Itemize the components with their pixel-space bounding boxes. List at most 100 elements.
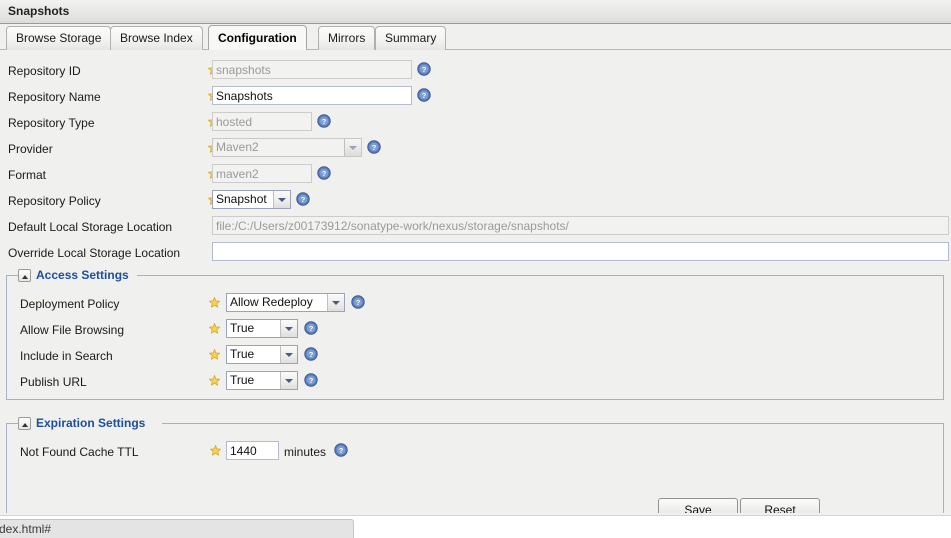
chevron-down-icon[interactable]: [273, 191, 290, 208]
repository-id-input[interactable]: [212, 60, 412, 79]
override-local-storage-location-input[interactable]: [212, 242, 949, 261]
field-row-not-found-cache-ttl: Not Found Cache TTL minutes ?: [7, 441, 951, 467]
repository-policy-label: Repository Policy: [8, 194, 101, 208]
include-in-search-label: Include in Search: [20, 349, 113, 363]
tab-configuration[interactable]: Configuration: [208, 25, 307, 50]
svg-text:?: ?: [322, 117, 327, 126]
include-in-search-select[interactable]: True: [226, 345, 298, 364]
tab-configuration-label: Configuration: [218, 31, 297, 45]
field-row-allow-file-browsing: Allow File Browsing True ?: [7, 319, 951, 345]
repository-policy-select-value: Snapshot: [213, 191, 273, 208]
field-row-repository-type: Repository Type ?: [0, 112, 951, 138]
help-icon[interactable]: ?: [317, 166, 331, 180]
allow-file-browsing-select[interactable]: True: [226, 319, 298, 338]
repository-policy-select[interactable]: Snapshot: [212, 190, 291, 209]
tab-bar: Browse Storage Browse Index Configuratio…: [0, 25, 951, 50]
repository-type-input[interactable]: [212, 112, 312, 131]
expiration-settings-title: Expiration Settings: [36, 416, 145, 430]
access-settings-fieldset: Access Settings Deployment Policy Allow …: [6, 276, 944, 400]
svg-text:?: ?: [309, 376, 314, 385]
chevron-down-icon[interactable]: [280, 346, 297, 363]
configuration-form-pane: Repository ID ? Repository Name ? Reposi…: [0, 50, 951, 515]
help-icon[interactable]: ?: [304, 321, 318, 335]
include-in-search-select-value: True: [227, 346, 280, 363]
svg-text:?: ?: [322, 169, 327, 178]
field-row-provider: Provider Maven2 ?: [0, 138, 951, 164]
help-icon[interactable]: ?: [317, 114, 331, 128]
help-icon[interactable]: ?: [417, 88, 431, 102]
override-local-storage-location-label: Override Local Storage Location: [8, 246, 180, 260]
repository-name-input[interactable]: [212, 86, 412, 105]
collapse-toggle-icon[interactable]: [18, 269, 31, 282]
help-icon[interactable]: ?: [367, 140, 381, 154]
chevron-down-icon[interactable]: [327, 294, 344, 311]
deployment-policy-select-value: Allow Redeploy: [227, 294, 327, 311]
svg-text:?: ?: [339, 446, 344, 455]
repository-name-label: Repository Name: [8, 90, 101, 104]
field-row-publish-url: Publish URL True ?: [7, 371, 951, 397]
required-star-icon: [210, 445, 221, 456]
default-local-storage-location-input[interactable]: [212, 216, 949, 235]
tab-mirrors[interactable]: Mirrors: [318, 26, 375, 50]
collapse-toggle-icon[interactable]: [18, 417, 31, 430]
nexus-repository-configuration-window: Snapshots Browse Storage Browse Index Co…: [0, 0, 951, 538]
svg-text:?: ?: [301, 195, 306, 204]
help-icon[interactable]: ?: [334, 443, 348, 457]
field-row-override-local-storage-location: Override Local Storage Location: [0, 242, 951, 268]
svg-text:?: ?: [372, 143, 377, 152]
tab-summary[interactable]: Summary: [375, 26, 446, 50]
tab-browse-index[interactable]: Browse Index: [110, 26, 203, 50]
access-settings-title: Access Settings: [36, 268, 129, 282]
chevron-down-icon[interactable]: [344, 139, 361, 156]
publish-url-select[interactable]: True: [226, 371, 298, 390]
provider-label: Provider: [8, 142, 53, 156]
tab-browse-index-label: Browse Index: [120, 31, 193, 45]
tab-summary-label: Summary: [385, 31, 436, 45]
browser-status-bar: dex.html#: [0, 515, 951, 538]
window-titlebar: Snapshots: [0, 0, 951, 24]
tab-browse-storage[interactable]: Browse Storage: [6, 26, 111, 50]
required-star-icon: [209, 375, 220, 386]
field-row-repository-id: Repository ID ?: [0, 60, 951, 86]
field-row-default-local-storage-location: Default Local Storage Location: [0, 216, 951, 242]
tab-browse-storage-label: Browse Storage: [16, 31, 101, 45]
help-icon[interactable]: ?: [304, 373, 318, 387]
deployment-policy-label: Deployment Policy: [20, 297, 119, 311]
svg-text:?: ?: [422, 91, 427, 100]
status-bar-url: dex.html#: [0, 519, 354, 538]
publish-url-select-value: True: [227, 372, 280, 389]
default-local-storage-location-label: Default Local Storage Location: [8, 220, 172, 234]
help-icon[interactable]: ?: [304, 347, 318, 361]
svg-text:?: ?: [422, 65, 427, 74]
deployment-policy-select[interactable]: Allow Redeploy: [226, 293, 345, 312]
required-star-icon: [209, 297, 220, 308]
chevron-down-icon[interactable]: [280, 320, 297, 337]
help-icon[interactable]: ?: [417, 62, 431, 76]
svg-text:?: ?: [309, 324, 314, 333]
field-row-include-in-search: Include in Search True ?: [7, 345, 951, 371]
chevron-down-icon[interactable]: [280, 372, 297, 389]
expiration-settings-legend: Expiration Settings: [18, 415, 149, 431]
provider-select[interactable]: Maven2: [212, 138, 362, 157]
help-icon[interactable]: ?: [351, 295, 365, 309]
allow-file-browsing-select-value: True: [227, 320, 280, 337]
access-settings-legend: Access Settings: [18, 267, 133, 283]
repository-id-label: Repository ID: [8, 64, 81, 78]
allow-file-browsing-label: Allow File Browsing: [20, 323, 124, 337]
provider-select-value: Maven2: [213, 139, 344, 156]
required-star-icon: [209, 323, 220, 334]
svg-text:?: ?: [309, 350, 314, 359]
tab-mirrors-label: Mirrors: [328, 31, 365, 45]
field-row-repository-name: Repository Name ?: [0, 86, 951, 112]
format-label: Format: [8, 168, 46, 182]
format-input[interactable]: [212, 164, 312, 183]
not-found-cache-ttl-unit: minutes: [284, 445, 326, 459]
not-found-cache-ttl-input[interactable]: [226, 441, 279, 460]
field-row-repository-policy: Repository Policy Snapshot ?: [0, 190, 951, 216]
help-icon[interactable]: ?: [296, 192, 310, 206]
repository-type-label: Repository Type: [8, 116, 95, 130]
field-row-format: Format ?: [0, 164, 951, 190]
svg-text:?: ?: [356, 298, 361, 307]
not-found-cache-ttl-label: Not Found Cache TTL: [20, 445, 139, 459]
field-row-deployment-policy: Deployment Policy Allow Redeploy ?: [7, 293, 951, 319]
